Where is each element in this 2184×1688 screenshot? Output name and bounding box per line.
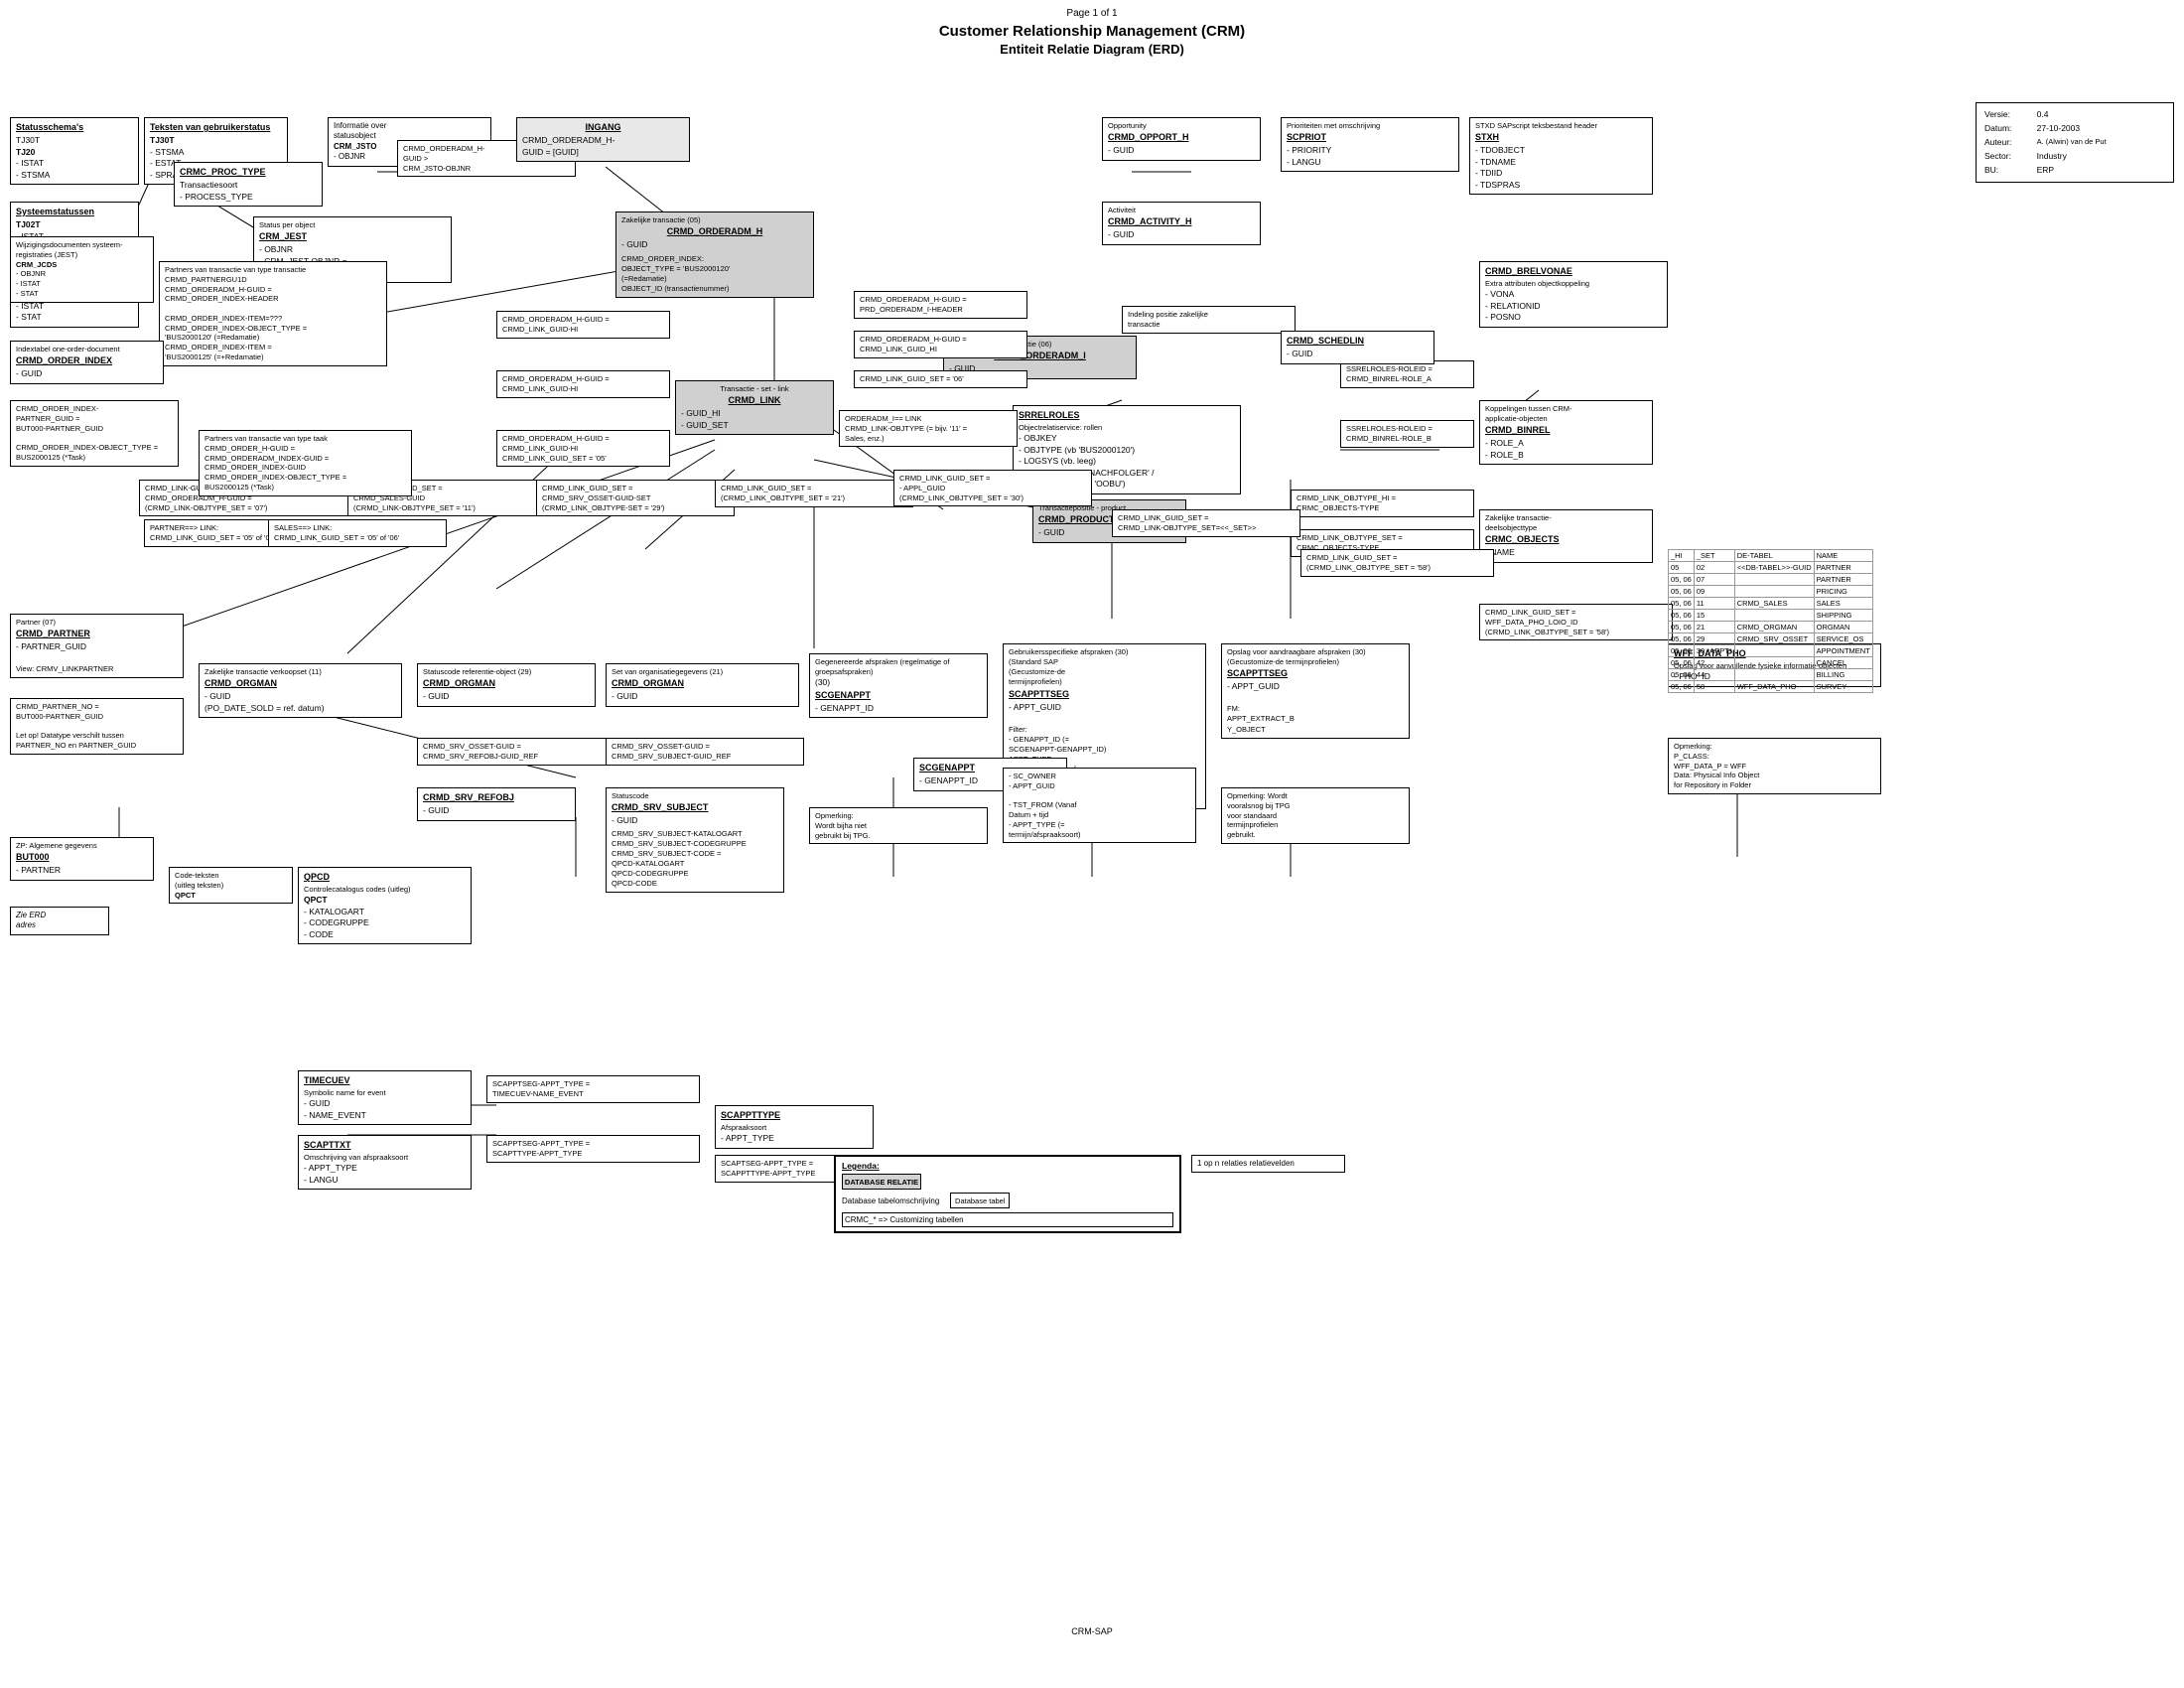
footer-text: CRM-SAP xyxy=(0,1626,2184,1636)
crmd-partner-box: Partner (07) CRMD_PARTNER - PARTNER_GUID… xyxy=(10,614,184,678)
legend-item-db-relatie: DATABASE RELATIE xyxy=(842,1174,1173,1190)
bu-label: BU: xyxy=(1984,165,2035,177)
diagram-area: Versie:0.4 Datum:27-10-2003 Auteur:A. (A… xyxy=(0,63,2184,1651)
crmd-link-objtype-hi-note: CRMD_LINK_OBJTYPE_HI = CRMC_OBJECTS-TYPE xyxy=(1291,490,1474,517)
sector-label: Sector: xyxy=(1984,151,2035,163)
qpcd-box: QPCD Controlecatalogus codes (uitleg) QP… xyxy=(298,867,472,944)
crmc-objects-box: Zakelijke transactie-deelsobjecttype CRM… xyxy=(1479,509,1653,563)
crmd-partner-note: CRMD_PARTNER_NO = BUT000-PARTNER_GUID Le… xyxy=(10,698,184,755)
partners-taak-note: Partners van transactie van type taak CR… xyxy=(199,430,412,496)
opmerking-tpg-note: Opmerking: Wordt vooralsnog bij TPG voor… xyxy=(1221,787,1410,844)
crmd-srv-subject-guid-note: CRMD_SRV_OSSET-GUID = CRMD_SRV_SUBJECT-G… xyxy=(606,738,804,766)
versie-label: Versie: xyxy=(1984,109,2035,121)
crmd-srv-subject-box: Statuscode referentie-object (29) CRMD_O… xyxy=(417,663,596,707)
opslag-afspraken-box: Opslag voor aandraagbare afspraken (30)(… xyxy=(1221,643,1410,739)
scappttype-box: SCAPPTTYPE Afspraaksoort - APPT_TYPE xyxy=(715,1105,874,1149)
orderadm-i-link-note: ORDERADM_I== LINK CRMD_LINK-OBJTYPE (= b… xyxy=(839,410,1018,447)
scaptseg-scapttxt-note: SCAPPTSEG-APPT_TYPE = SCAPTTYPE-APPT_TYP… xyxy=(486,1135,700,1163)
crmd-link-box: Transactie - set - link CRMD_LINK - GUID… xyxy=(675,380,834,435)
timecuev-box: TIMECUEV Symbolic name for event - GUID … xyxy=(298,1070,472,1125)
sector-value: Industry xyxy=(2037,151,2165,163)
ssrelroles-role-b: SSRELROLES-ROLEID = CRMD_BINREL-ROLE_B xyxy=(1340,420,1474,448)
crmd-brelvonae-box: CRMD_BRELVONAE Extra attributen objectko… xyxy=(1479,261,1668,328)
crmd-link-note2: CRMD_ORDERADM_H-GUID = CRMD_LINK_GUID-HI xyxy=(496,370,670,398)
sc-owner-note: - SC_OWNER - APPT_GUID - TST_FROM (Vanaf… xyxy=(1003,768,1196,843)
gegenereerde-afspraken-box: Gegenereerde afspraken (regelmatige of g… xyxy=(809,653,988,718)
crmd-link-guid-notes-appl: CRMD_LINK_GUID_SET = - APPL_GUID (CRMD_L… xyxy=(893,470,1092,506)
but000-box: ZP: Algemene gegevens BUT000 - PARTNER xyxy=(10,837,154,881)
partners-transactie-note: Partners van transactie van type transac… xyxy=(159,261,387,366)
legend-box: Legenda: DATABASE RELATIE Database tabel… xyxy=(834,1155,1181,1233)
one-n-relaties-note: 1 op n relaties relatievelden xyxy=(1191,1155,1345,1173)
datum-value: 27-10-2003 xyxy=(2037,123,2165,135)
set-org-box: Set van organisatiegegevens (21) CRMD_OR… xyxy=(606,663,799,707)
auteur-label: Auteur: xyxy=(1984,137,2035,149)
ssrelroles-role-a: SSRELROLES-ROLEID = CRMD_BINREL-ROLE_A xyxy=(1340,360,1474,388)
crmd-srv-subject-status-box: Statuscode CRMD_SRV_SUBJECT - GUID CRMD_… xyxy=(606,787,784,893)
scpriot-box: Prioriteiten met omschrijving SCPRIOT - … xyxy=(1281,117,1459,172)
bu-value: ERP xyxy=(2037,165,2165,177)
crmd-opport-h-box: Opportunity CRMD_OPPORT_H - GUID xyxy=(1102,117,1261,161)
zie-erd-adres-note: Zie ERD adres xyxy=(10,907,109,935)
crmd-orderadm-h-main: Zakelijke transactie (05) CRMD_ORDERADM_… xyxy=(615,211,814,298)
sales-link-note: SALES==> LINK: CRMD_LINK_GUID_SET = '05'… xyxy=(268,519,447,547)
crmd-srv-refobj-box: CRMD_SRV_REFOBJ - GUID xyxy=(417,787,576,821)
crmd-orderadm-h-link-note2: CRMD_ORDERADM_H-GUID = CRMD_LINK_GUID-HI… xyxy=(496,430,670,467)
crmd-activity-h-box: Activiteit CRMD_ACTIVITY_H - GUID xyxy=(1102,202,1261,245)
statusschemas-box: Statusschema's TJ30T TJ20 - ISTAT - STSM… xyxy=(10,117,139,185)
crmd-orderadm-h-guid-link: CRMD_ORDERADM_H-GUID = PRD_ORDERADM_I-HE… xyxy=(854,291,1027,319)
wijzigingsdocumenten-note: Wijzigingsdocumenten systeem- registrati… xyxy=(10,236,154,303)
ingang-box: INGANG CRMD_ORDERADM_H- GUID = [GUID] xyxy=(516,117,690,162)
crmc-proc-type-box: CRMC_PROC_TYPE Transactiesoort - PROCESS… xyxy=(174,162,323,207)
crmd-sales-box: Zakelijke transactie verkoopset (11) CRM… xyxy=(199,663,402,718)
crmd-order-index-box: Indextabel one-order-document CRMD_ORDER… xyxy=(10,341,164,384)
legend-item-db-tabelomschrijving: Database tabelomschrijving Database tabe… xyxy=(842,1193,1173,1208)
wff-data-pho-note: Opmerking: P_CLASS: WFF_DATA_P = WFF Dat… xyxy=(1668,738,1881,794)
crmd-link-guid-notes-3: CRMD_LINK_GUID_SET = CRMD_SRV_OSSET-GUID… xyxy=(536,480,735,516)
crmd-link-guid-set-db: CRMD_LINK_GUID_SET = CRMD_LINK-OBJTYPE_S… xyxy=(1112,509,1300,537)
crmd-link-guid-58: CRMD_LINK_GUID_SET = (CRMD_LINK_OBJTYPE_… xyxy=(1300,549,1494,577)
crmd-schedlin-box: CRMD_SCHEDLIN - GUID xyxy=(1281,331,1434,364)
scaptseg-timecuev-note: SCAPPTSEG-APPT_TYPE = TIMECUEV-NAME_EVEN… xyxy=(486,1075,700,1103)
opmerking-note: Opmerking: Wordt bijha niet gebruikt bij… xyxy=(809,807,988,844)
wff-data-pho-loio-note: CRMD_LINK_GUID_SET = WFF_DATA_PHO_LOIO_I… xyxy=(1479,604,1673,640)
crmd-binrel-box: Koppelingen tussen CRM-applicatie-object… xyxy=(1479,400,1653,465)
datum-label: Datum: xyxy=(1984,123,2035,135)
legend-crmc-note: CRMC_* => Customizing tabellen xyxy=(842,1212,1173,1227)
meta-info-box: Versie:0.4 Datum:27-10-2003 Auteur:A. (A… xyxy=(1976,102,2174,183)
main-title: Customer Relationship Management (CRM) xyxy=(0,23,2184,40)
page-header: Page 1 of 1 Customer Relationship Manage… xyxy=(0,0,2184,57)
order-index-fields-note: CRMD_ORDER_INDEX- PARTNER_GUID = BUT000-… xyxy=(10,400,179,467)
crmd-link-note1: CRMD_ORDERADM_H-GUID = CRMD_LINK_GUID-HI xyxy=(496,311,670,339)
code-teksten-note: Code-teksten (uitleg teksten) QPCT xyxy=(169,867,293,904)
scapttxt-box: SCAPTTXT Omschrijving van afspraaksoort … xyxy=(298,1135,472,1190)
db-mapping-table: _HI _SET DE-TABEL NAME 05 02 <<DB-TABEL>… xyxy=(1668,549,1873,693)
auteur-value: A. (Alwin) van de Put xyxy=(2037,137,2165,149)
sub-title: Entiteit Relatie Diagram (ERD) xyxy=(0,42,2184,57)
crmd-orderadm-h-guid-link2: CRMD_ORDERADM_H-GUID = CRMD_LINK_GUID_HI xyxy=(854,331,1027,358)
stxh-box: STXD SAPscript teksbestand header STXH -… xyxy=(1469,117,1653,195)
crmd-srv-osset-note: CRMD_SRV_OSSET-GUID = CRMD_SRV_REFOBJ-GU… xyxy=(417,738,615,766)
crmd-link-guid-set-note: CRMD_LINK_GUID_SET = '06' xyxy=(854,370,1027,388)
versie-value: 0.4 xyxy=(2037,109,2165,121)
indeling-positie-note: Indeling positie zakelijke transactie xyxy=(1122,306,1296,334)
crmd-link-guid-notes-4: CRMD_LINK_GUID_SET = (CRMD_LINK_OBJTYPE_… xyxy=(715,480,913,507)
